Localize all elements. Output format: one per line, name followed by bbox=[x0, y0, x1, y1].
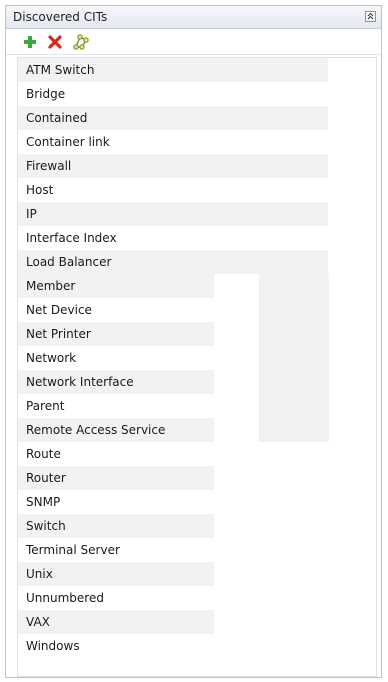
panel-header: Discovered CITs bbox=[6, 6, 381, 29]
row-stripe bbox=[259, 370, 329, 394]
toolbar bbox=[6, 30, 381, 55]
row-stripe bbox=[18, 202, 328, 226]
delete-button[interactable] bbox=[47, 34, 63, 50]
cit-list: ATM Switch Bridge Contained Container li… bbox=[17, 57, 377, 677]
topology-icon bbox=[73, 34, 89, 50]
collapse-button[interactable] bbox=[365, 11, 376, 22]
row-stripe bbox=[259, 274, 329, 298]
topology-button[interactable] bbox=[72, 34, 89, 50]
panel-title: Discovered CITs bbox=[13, 10, 108, 24]
plus-icon bbox=[24, 36, 36, 48]
row-stripe bbox=[259, 418, 329, 442]
row-stripe bbox=[259, 346, 329, 370]
discovered-cits-panel: Discovered CITs ATM Switch Bridge Contai… bbox=[5, 5, 382, 678]
delete-x-icon bbox=[48, 35, 62, 49]
row-stripe bbox=[259, 298, 329, 322]
row-stripe bbox=[259, 322, 329, 346]
double-chevron-up-icon bbox=[367, 12, 374, 20]
add-button[interactable] bbox=[22, 34, 38, 50]
row-stripe bbox=[259, 394, 329, 418]
